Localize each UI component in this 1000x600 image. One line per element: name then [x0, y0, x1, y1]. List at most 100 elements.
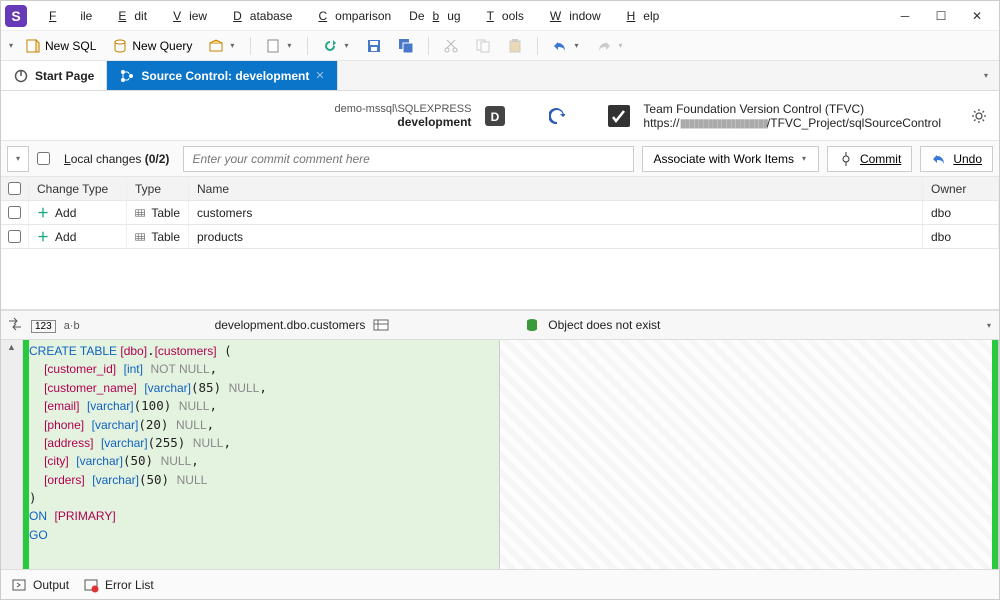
row-checkbox[interactable] [8, 230, 21, 243]
window-maximize-button[interactable]: ☐ [923, 2, 959, 30]
status-bar: Output Error List [1, 569, 999, 599]
menu-edit[interactable]: Edit [102, 5, 155, 27]
redo-button[interactable]: ▾ [590, 34, 630, 58]
diff-editor: ▲ CREATE TABLE [dbo].[customers] ( [cust… [1, 340, 999, 569]
local-changes-checkbox[interactable] [37, 152, 50, 165]
error-list-tab[interactable]: Error List [83, 577, 154, 593]
commit-options-dropdown[interactable]: ▾ [7, 146, 29, 172]
cut-icon [443, 38, 459, 54]
tab-source-label: Source Control: development [141, 69, 309, 83]
new-sql-button[interactable]: New SQL [19, 34, 102, 58]
commit-bar: ▾ Local changes (0/2) Associate with Wor… [1, 141, 999, 177]
save-all-button[interactable] [392, 34, 420, 58]
output-tab[interactable]: Output [11, 577, 69, 593]
close-icon[interactable]: ✕ [315, 69, 324, 82]
document-tabs: Start Page Source Control: development ✕… [1, 61, 999, 91]
undo-button[interactable]: ▾ [546, 34, 586, 58]
error-icon [83, 577, 99, 593]
commit-message-input[interactable] [183, 146, 634, 172]
col-owner[interactable]: Owner [923, 177, 999, 200]
sql-editor-content[interactable]: CREATE TABLE [dbo].[customers] ( [custom… [23, 340, 499, 569]
new-sql-label: New SQL [45, 39, 96, 53]
database-icon: D [481, 102, 509, 130]
diff-view-btn1[interactable] [7, 316, 23, 335]
commit-button[interactable]: Commit [827, 146, 912, 172]
new-query-label: New Query [132, 39, 192, 53]
local-changes-label: Local changes (0/2) [58, 152, 175, 166]
diff-toolbar: 123 a·b development.dbo.customers Object… [1, 310, 999, 340]
svg-text:D: D [491, 110, 500, 124]
table-icon [135, 229, 145, 245]
output-icon [11, 577, 27, 593]
sync-icon[interactable] [549, 108, 565, 124]
add-icon: ＋ [37, 228, 49, 245]
new-item-dropdown[interactable]: ▾ [202, 34, 242, 58]
row-checkbox[interactable] [8, 206, 21, 219]
diff-left-pane[interactable]: ▲ CREATE TABLE [dbo].[customers] ( [cust… [1, 340, 500, 569]
toolbar-overflow-icon[interactable]: ▾ [7, 41, 15, 50]
tab-source-control[interactable]: Source Control: development ✕ [107, 61, 337, 90]
save-icon [366, 38, 382, 54]
save-button[interactable] [360, 34, 388, 58]
col-change-type[interactable]: Change Type [29, 177, 127, 200]
database-small-icon [524, 317, 540, 333]
tfvc-icon [605, 102, 633, 130]
cut-button[interactable] [437, 34, 465, 58]
object-path: development.dbo.customers [215, 318, 366, 332]
tabs-dropdown[interactable]: ▾ [973, 61, 999, 90]
menu-help[interactable]: Help [611, 5, 668, 27]
refresh-button[interactable]: ▾ [316, 34, 356, 58]
grid-header-row: Change Type Type Name Owner [1, 177, 999, 201]
table-row[interactable]: ＋Add Table customers dbo [1, 201, 999, 225]
app-logo: S [5, 5, 27, 27]
gear-icon[interactable] [971, 108, 987, 124]
new-query-button[interactable]: New Query [106, 34, 198, 58]
diff-view-btn2[interactable]: 123 [31, 318, 56, 332]
associate-work-items-button[interactable]: Associate with Work Items▾ [642, 146, 819, 172]
refresh-icon [322, 38, 338, 54]
vcs-url: https://▮▮▮▮▮▮▮▮▮▮▮▮▮▮▮▮▮▮▮/TFVC_Project… [643, 116, 941, 130]
col-name[interactable]: Name [189, 177, 923, 200]
vcs-title: Team Foundation Version Control (TFVC) [643, 102, 941, 116]
ab-icon: a·b [64, 320, 80, 332]
undo-changes-button[interactable]: Undo [920, 146, 993, 172]
server-name: demo-mssql\SQLEXPRESS [334, 103, 471, 115]
menu-comparison[interactable]: Comparison [302, 5, 399, 27]
copy-icon [475, 38, 491, 54]
toolbar-btn-1[interactable]: ▾ [259, 34, 299, 58]
menu-tools[interactable]: Tools [471, 5, 532, 27]
table-small-icon [373, 317, 389, 333]
menu-file[interactable]: File [33, 5, 100, 27]
select-all-checkbox[interactable] [8, 182, 21, 195]
diff-view-btn3[interactable]: a·b [64, 318, 80, 332]
query-icon [112, 38, 128, 54]
col-type[interactable]: Type [127, 177, 189, 200]
script-icon [265, 38, 281, 54]
table-icon [135, 205, 145, 221]
tab-start-label: Start Page [35, 69, 94, 83]
menu-window[interactable]: Window [534, 5, 609, 27]
table-row[interactable]: ＋Add Table products dbo [1, 225, 999, 249]
connection-info-bar: demo-mssql\SQLEXPRESS development D Team… [1, 91, 999, 141]
menu-database[interactable]: Database [217, 5, 300, 27]
diff-status-label: Object does not exist [548, 318, 660, 332]
diff-dropdown[interactable]: ▾ [985, 321, 993, 330]
paste-button[interactable] [501, 34, 529, 58]
sql-file-icon [25, 38, 41, 54]
undo-icon [552, 38, 568, 54]
tab-start-page[interactable]: Start Page [1, 61, 107, 90]
database-name: development [334, 115, 471, 129]
menu-debug[interactable]: Debug [401, 5, 468, 27]
num-icon: 123 [31, 320, 56, 333]
undo-action-icon [931, 151, 947, 167]
diff-right-pane[interactable] [500, 340, 999, 569]
copy-button[interactable] [469, 34, 497, 58]
commit-icon [838, 151, 854, 167]
fold-gutter[interactable]: ▲ [1, 340, 23, 569]
changes-grid: Change Type Type Name Owner ＋Add Table c… [1, 177, 999, 310]
window-minimize-button[interactable]: ─ [887, 2, 923, 30]
window-close-button[interactable]: ✕ [959, 2, 995, 30]
main-toolbar: ▾ New SQL New Query ▾ ▾ ▾ ▾ ▾ [1, 31, 999, 61]
branch-icon [119, 68, 135, 84]
menu-view[interactable]: View [157, 5, 215, 27]
